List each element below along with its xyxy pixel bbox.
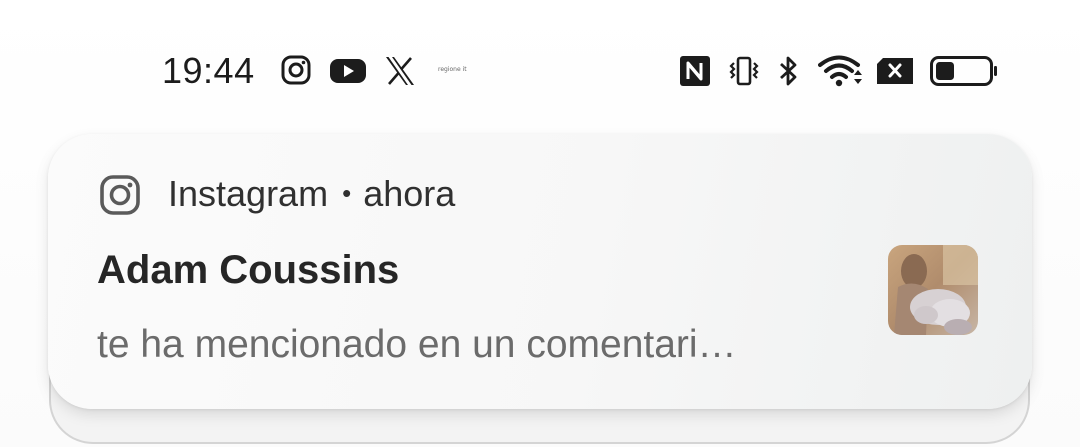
notification-time: ahora bbox=[363, 173, 456, 214]
x-icon bbox=[384, 55, 416, 87]
notification-header: Instagram • ahora bbox=[168, 171, 455, 216]
youtube-icon bbox=[329, 57, 367, 85]
vibrate-icon bbox=[728, 55, 760, 87]
photo-thumbnail[interactable] bbox=[888, 245, 978, 335]
instagram-icon bbox=[280, 54, 312, 86]
bluetooth-icon bbox=[776, 54, 802, 88]
status-time: 19:44 bbox=[162, 50, 255, 91]
battery-icon bbox=[930, 56, 998, 86]
notification-text: te ha mencionado en un comentari… bbox=[97, 323, 737, 366]
battery-level-fill bbox=[936, 62, 954, 80]
notification-title: Adam Coussins bbox=[97, 248, 400, 292]
notification-preview-text: regione it bbox=[438, 66, 467, 73]
instagram-icon bbox=[99, 174, 141, 216]
header-separator: • bbox=[342, 178, 352, 208]
nfc-icon bbox=[679, 55, 711, 87]
status-bar: 19:44 regione it bbox=[0, 0, 1080, 140]
wifi-icon bbox=[818, 54, 864, 88]
no-sim-icon bbox=[876, 57, 914, 85]
app-name: Instagram bbox=[168, 173, 329, 214]
